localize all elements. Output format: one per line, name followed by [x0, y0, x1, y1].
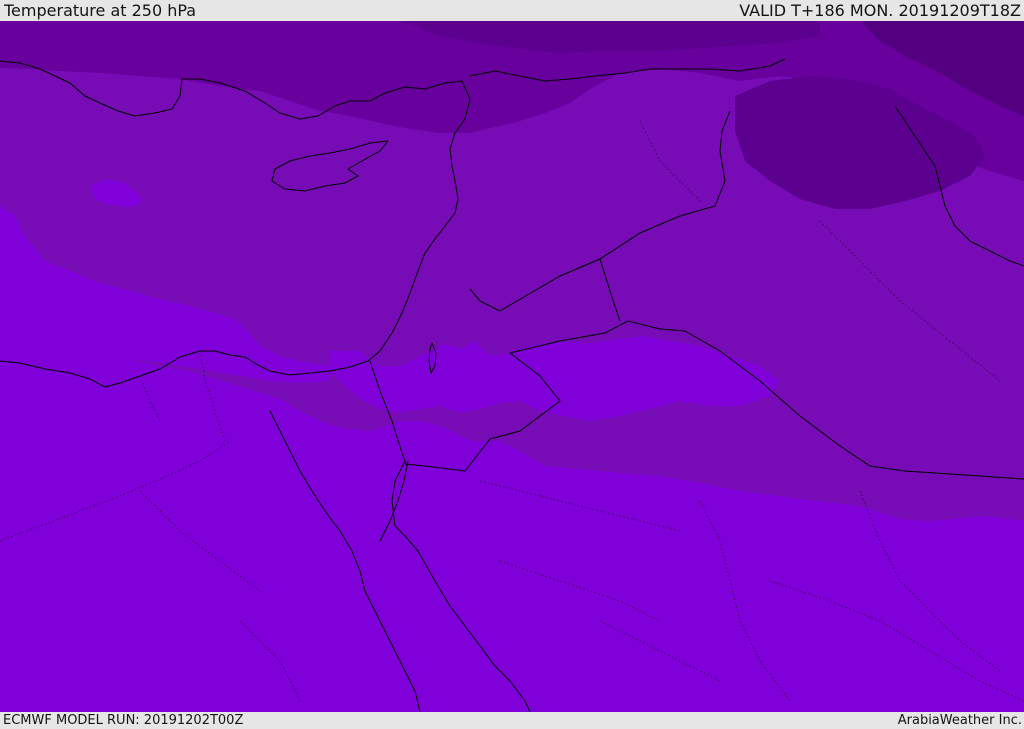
- temperature-map: [0, 21, 1024, 712]
- model-run: ECMWF MODEL RUN: 20191202T00Z: [3, 713, 244, 728]
- footer-bar: ECMWF MODEL RUN: 20191202T00Z ArabiaWeat…: [0, 712, 1024, 729]
- credit-text: ArabiaWeather Inc.: [897, 713, 1022, 728]
- valid-time: VALID T+186 MON. 20191209T18Z: [739, 1, 1021, 20]
- map-title: Temperature at 250 hPa: [4, 1, 197, 20]
- header-bar: Temperature at 250 hPa VALID T+186 MON. …: [0, 0, 1024, 21]
